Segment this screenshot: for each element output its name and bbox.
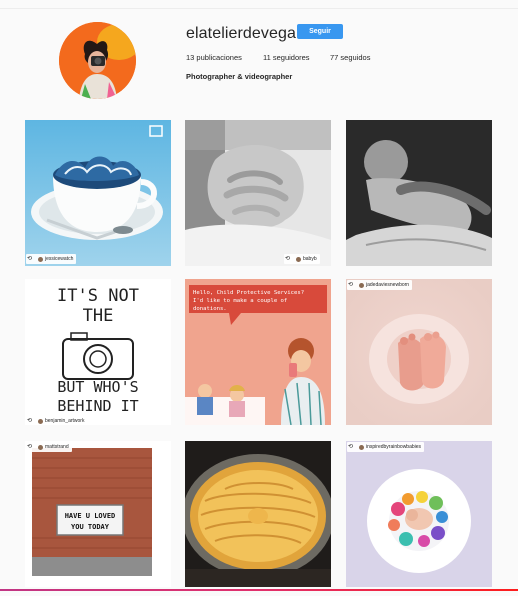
posts-count: 13 publicaciones [186,53,242,62]
post-vintage-ad[interactable]: Hello, Child Protective Services? I'd li… [185,279,331,425]
ad-bubble-line-3: donations. [193,306,227,312]
quote-line-3: BUT WHO'S [57,378,138,396]
repost-icon: ⟲ [27,256,33,262]
quote-line-4: BEHIND IT [57,397,138,415]
post-flower-baby[interactable]: ⟲ inspiredbyrainbowbabies [346,441,492,587]
avatar [38,256,43,262]
post-tag[interactable]: ⟲ babyb [284,254,320,264]
repost-icon: ⟲ [27,418,33,424]
sign-line-1: HAVE U LOVED [65,512,116,520]
post-tea-cup-storm[interactable]: ⟲ jessicewatch [25,120,171,266]
post-tag[interactable]: ⟲ mattstrand [26,442,72,452]
avatar [38,444,43,450]
post-baby-hand[interactable]: ⟲ babyb [185,120,331,266]
following-count[interactable]: 77 seguidos [330,53,370,62]
sign-line-2: YOU TODAY [71,523,110,531]
follow-button[interactable]: Seguir [297,24,343,39]
avatar [359,444,364,450]
repost-icon: ⟲ [348,282,354,288]
avatar [38,418,43,424]
post-brick-sign[interactable]: HAVE U LOVED YOU TODAY ⟲ mattstrand [25,441,171,587]
profile-avatar[interactable] [59,22,136,99]
top-divider [0,8,518,9]
profile-username: elatelierdevega [186,25,297,42]
post-tag[interactable]: ⟲ benjamin_artwork [26,416,88,425]
post-tag[interactable]: ⟲ inspiredbyrainbowbabies [347,442,425,452]
repost-icon: ⟲ [285,256,291,262]
post-tag[interactable]: ⟲ jessicewatch [26,254,77,264]
post-tag[interactable]: ⟲ jadedaviesnewborn [347,280,413,290]
repost-icon: ⟲ [27,444,33,450]
post-camera-quote[interactable]: IT'S NOT THE BUT WHO'S BEHIND IT ⟲ benja… [25,279,171,425]
profile-bio: Photographer & videographer [186,72,293,81]
bottom-strip [0,591,518,596]
post-sleeping-baby[interactable] [346,120,492,266]
post-baby-feet[interactable]: ⟲ jadedaviesnewborn [346,279,492,425]
ad-bubble-line-1: Hello, Child Protective Services? [193,290,304,296]
quote-line-2: THE [83,306,114,326]
post-apple-tart[interactable] [185,441,331,587]
avatar [359,282,364,288]
avatar [296,256,301,262]
repost-icon: ⟲ [348,444,354,450]
quote-line-1: IT'S NOT [57,286,139,306]
ad-bubble-line-2: I'd like to make a couple of [193,298,287,304]
followers-count[interactable]: 11 seguidores [263,53,310,62]
